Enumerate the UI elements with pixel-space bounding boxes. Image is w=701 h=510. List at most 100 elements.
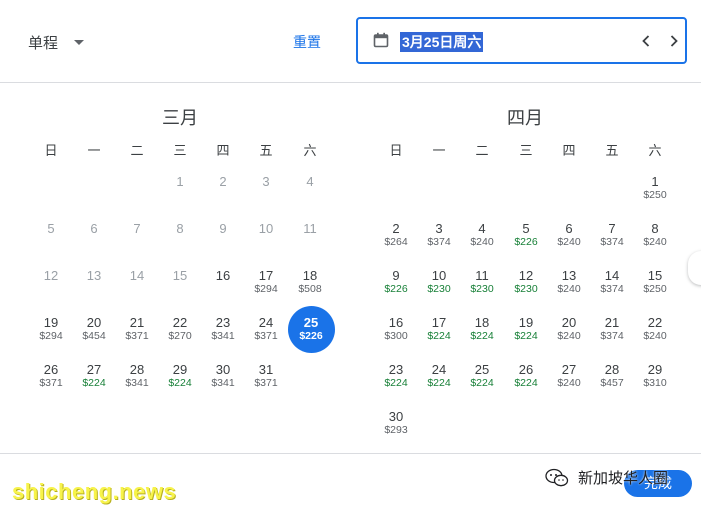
price-label: $293 (384, 424, 408, 436)
april-day-4[interactable]: 4 $240 (460, 221, 504, 249)
april-day-11[interactable]: 11 $230 (460, 268, 504, 296)
price-label: $250 (643, 189, 667, 201)
price-label: $264 (384, 236, 408, 248)
april-day-6[interactable]: 6 $240 (547, 221, 591, 249)
april-day-25[interactable]: 25 $224 (460, 362, 504, 390)
april-day-20[interactable]: 20 $240 (547, 315, 591, 343)
april-day-15[interactable]: 15 $250 (633, 268, 677, 296)
price-label: $224 (384, 377, 408, 389)
march-day-26[interactable]: 26 $371 (29, 362, 73, 390)
april-day-3[interactable]: 3 $374 (417, 221, 461, 249)
march-day-27[interactable]: 27 $224 (72, 362, 116, 390)
april-day-9[interactable]: 9 $226 (374, 268, 418, 296)
price-label: $508 (298, 283, 322, 295)
price-label: $341 (211, 330, 235, 342)
march-weekday-sun: 日 (44, 143, 58, 158)
april-day-18[interactable]: 18 $224 (460, 315, 504, 343)
march-day-19[interactable]: 19 $294 (29, 315, 73, 343)
selected-date-text[interactable]: 3月25日周六 (400, 32, 484, 52)
march-day-18[interactable]: 18 $508 (288, 268, 332, 296)
reset-button[interactable]: 重置 (293, 32, 321, 52)
march-day-17[interactable]: 17 $294 (244, 268, 288, 296)
march-day-25-selected[interactable]: 25 $226 (289, 315, 333, 343)
april-day-22[interactable]: 22 $240 (633, 315, 677, 343)
april-day-28[interactable]: 28 $457 (590, 362, 634, 390)
price-label: $310 (643, 377, 667, 389)
price-label: $240 (643, 330, 667, 342)
march-day-29[interactable]: 29 $224 (158, 362, 202, 390)
price-label: $374 (600, 330, 624, 342)
march-day-6: 6 (90, 221, 98, 236)
price-label: $224 (82, 377, 106, 389)
april-day-13[interactable]: 13 $240 (547, 268, 591, 296)
march-weekday-tue: 二 (130, 143, 144, 158)
april-day-10[interactable]: 10 $230 (417, 268, 461, 296)
march-day-30[interactable]: 30 $341 (201, 362, 245, 390)
price-label: $341 (211, 377, 235, 389)
trip-type-label: 单程 (28, 34, 59, 52)
april-day-23[interactable]: 23 $224 (374, 362, 418, 390)
april-day-30[interactable]: 30 $293 (374, 409, 418, 437)
chevron-left-icon (642, 35, 650, 47)
price-label: $374 (427, 236, 451, 248)
march-month-title: 三月 (162, 108, 198, 128)
april-day-27[interactable]: 27 $240 (547, 362, 591, 390)
price-label: $230 (470, 283, 494, 295)
price-label: $374 (600, 283, 624, 295)
march-day-14: 14 (129, 268, 145, 283)
april-day-24[interactable]: 24 $224 (417, 362, 461, 390)
march-day-23[interactable]: 23 $341 (201, 315, 245, 343)
march-day-15: 15 (172, 268, 188, 283)
price-label: $240 (643, 236, 667, 248)
april-day-12[interactable]: 12 $230 (504, 268, 548, 296)
april-day-14[interactable]: 14 $374 (590, 268, 634, 296)
march-day-4: 4 (306, 174, 314, 189)
march-day-20[interactable]: 20 $454 (72, 315, 116, 343)
march-day-5: 5 (47, 221, 55, 236)
april-day-17[interactable]: 17 $224 (417, 315, 461, 343)
price-label: $240 (557, 330, 581, 342)
april-day-26[interactable]: 26 $224 (504, 362, 548, 390)
price-label: $371 (254, 377, 278, 389)
april-day-5[interactable]: 5 $226 (504, 221, 548, 249)
price-label: $224 (470, 330, 494, 342)
march-weekday-sat: 六 (303, 143, 317, 158)
march-day-31[interactable]: 31 $371 (244, 362, 288, 390)
next-date-button[interactable] (664, 31, 684, 51)
april-weekday-tue: 二 (475, 143, 489, 158)
march-weekday-thu: 四 (216, 143, 230, 158)
march-day-22[interactable]: 22 $270 (158, 315, 202, 343)
april-day-29[interactable]: 29 $310 (633, 362, 677, 390)
april-day-16[interactable]: 16 $300 (374, 315, 418, 343)
april-weekday-mon: 一 (432, 143, 446, 158)
price-label: $240 (557, 283, 581, 295)
march-day-8: 8 (176, 221, 184, 236)
march-day-16[interactable]: 16 (201, 268, 245, 283)
march-day-28[interactable]: 28 $341 (115, 362, 159, 390)
price-label: $240 (557, 377, 581, 389)
price-label: $454 (82, 330, 106, 342)
trip-type-dropdown[interactable]: 单程 (28, 30, 85, 54)
price-label: $240 (470, 236, 494, 248)
price-label: $250 (643, 283, 667, 295)
departure-date-field[interactable]: 3月25日周六 (356, 17, 687, 64)
april-month-title: 四月 (507, 108, 543, 128)
april-day-7[interactable]: 7 $374 (590, 221, 634, 249)
site-watermark: shicheng.news (12, 479, 177, 504)
march-day-24[interactable]: 24 $371 (244, 315, 288, 343)
april-day-21[interactable]: 21 $374 (590, 315, 634, 343)
next-months-scroll-button[interactable] (688, 251, 701, 285)
march-weekday-mon: 一 (87, 143, 101, 158)
april-day-2[interactable]: 2 $264 (374, 221, 418, 249)
march-day-10: 10 (258, 221, 274, 236)
april-day-19[interactable]: 19 $224 (504, 315, 548, 343)
price-label: $270 (168, 330, 192, 342)
wechat-account-name: 新加坡华人圈 (578, 470, 669, 487)
march-day-21[interactable]: 21 $371 (115, 315, 159, 343)
april-day-1[interactable]: 1 $250 (633, 174, 677, 202)
april-weekday-sat: 六 (648, 143, 662, 158)
price-label: $224 (168, 377, 192, 389)
march-day-7: 7 (133, 221, 141, 236)
april-day-8[interactable]: 8 $240 (633, 221, 677, 249)
previous-date-button[interactable] (636, 31, 656, 51)
